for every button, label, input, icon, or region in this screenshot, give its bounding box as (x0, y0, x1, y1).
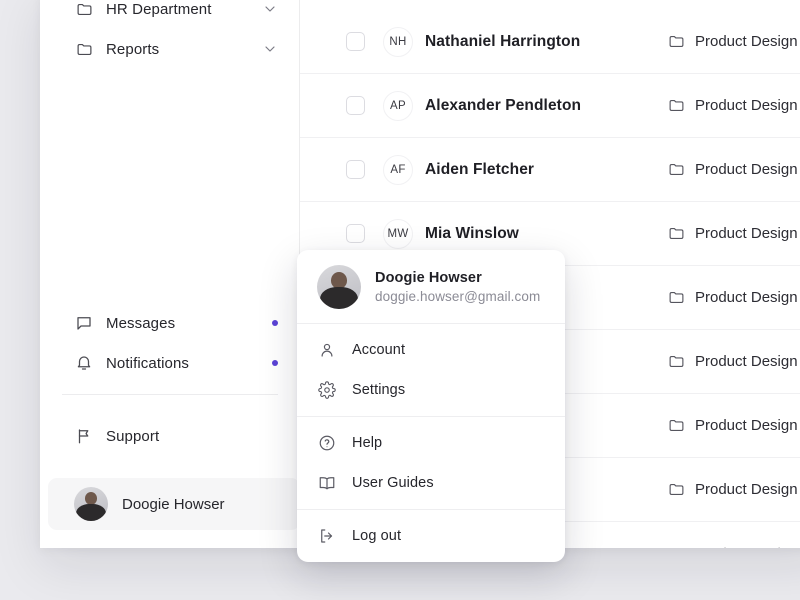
gear-icon (317, 381, 336, 400)
menu-item-user-guides[interactable]: User Guides (297, 463, 565, 503)
menu-user-name: Doogie Howser (375, 270, 540, 286)
menu-item-label: Account (352, 342, 405, 358)
logout-icon (317, 527, 336, 546)
row-department: Product Design (668, 33, 798, 50)
row-checkbox[interactable] (346, 224, 365, 243)
avatar (317, 265, 361, 309)
row-department: Product Design (668, 225, 798, 242)
folder-icon (668, 417, 685, 434)
row-department: Product Design (668, 481, 798, 498)
folder-icon (668, 353, 685, 370)
person-icon (317, 341, 336, 360)
folder-icon (668, 289, 685, 306)
row-department-label: Product Design (695, 289, 798, 306)
sidebar-item-reports[interactable]: Reports (40, 26, 300, 72)
sidebar-item-label: Reports (106, 41, 159, 58)
sidebar: HR Department Reports Messages (40, 0, 300, 548)
menu-item-label: Log out (352, 528, 401, 544)
menu-group-session: Log out (297, 510, 565, 562)
menu-item-account[interactable]: Account (297, 330, 565, 370)
folder-icon (668, 161, 685, 178)
sidebar-user-profile[interactable]: Doogie Howser (48, 478, 300, 530)
row-department: Product Design (668, 353, 798, 370)
folder-icon (668, 33, 685, 50)
row-avatar-initials: AF (383, 155, 413, 185)
menu-user-email: doggie.howser@gmail.com (375, 289, 540, 304)
row-department-label: Product Design (695, 97, 798, 114)
chevron-down-icon[interactable] (262, 41, 278, 57)
folder-icon (74, 0, 94, 19)
folder-icon (668, 97, 685, 114)
menu-user-header: Doogie Howser doggie.howser@gmail.com (297, 250, 565, 323)
row-department-label: Product Design (695, 481, 798, 498)
row-avatar-initials: AP (383, 91, 413, 121)
bell-icon (74, 353, 94, 373)
menu-group-primary: Account Settings (297, 324, 565, 416)
messages-badge-dot (272, 320, 278, 326)
table-row[interactable]: NH Nathaniel Harrington Product Design (300, 10, 800, 74)
row-department-label: Product Design (695, 417, 798, 434)
notifications-badge-dot (272, 360, 278, 366)
menu-item-label: User Guides (352, 475, 434, 491)
row-department: Product Design (668, 417, 798, 434)
sidebar-divider (62, 394, 278, 395)
row-department-label: Product Design (695, 225, 798, 242)
folder-icon (668, 545, 685, 548)
avatar (74, 487, 108, 521)
question-circle-icon (317, 434, 336, 453)
flag-icon (74, 426, 94, 446)
menu-item-help[interactable]: Help (297, 423, 565, 463)
book-icon (317, 474, 336, 493)
row-person-name: Aiden Fletcher (425, 161, 534, 179)
row-department: Product Design (668, 161, 798, 178)
table-row[interactable]: AF Aiden Fletcher Product Design (300, 138, 800, 202)
row-avatar-initials: MW (383, 219, 413, 249)
chevron-down-icon[interactable] (262, 1, 278, 17)
row-avatar-initials: NH (383, 27, 413, 57)
folder-icon (668, 481, 685, 498)
message-icon (74, 313, 94, 333)
row-person-name: Mia Winslow (425, 225, 519, 243)
folder-icon (668, 225, 685, 242)
row-checkbox[interactable] (346, 96, 365, 115)
menu-item-label: Settings (352, 382, 405, 398)
row-department-label: Product Design (695, 161, 798, 178)
sidebar-item-label: Support (106, 428, 159, 445)
user-account-menu: Doogie Howser doggie.howser@gmail.com Ac… (297, 250, 565, 562)
menu-item-settings[interactable]: Settings (297, 370, 565, 410)
row-checkbox[interactable] (346, 160, 365, 179)
row-department-label: Product Design (695, 353, 798, 370)
row-department: Product Design (668, 289, 798, 306)
sidebar-item-label: Messages (106, 315, 175, 332)
row-department: Product Design (668, 545, 798, 548)
row-department-label: Product Design (695, 545, 798, 548)
menu-item-log-out[interactable]: Log out (297, 516, 565, 556)
row-checkbox[interactable] (346, 32, 365, 51)
sidebar-item-label: Notifications (106, 355, 189, 372)
sidebar-item-notifications[interactable]: Notifications (40, 340, 300, 386)
row-person-name: Nathaniel Harrington (425, 33, 580, 51)
row-department-label: Product Design (695, 33, 798, 50)
row-person-name: Alexander Pendleton (425, 97, 581, 115)
menu-group-help: Help User Guides (297, 417, 565, 509)
folder-icon (74, 39, 94, 59)
sidebar-item-support[interactable]: Support (40, 413, 300, 459)
row-department: Product Design (668, 97, 798, 114)
sidebar-user-name: Doogie Howser (122, 496, 225, 513)
table-row[interactable]: AP Alexander Pendleton Product Design (300, 74, 800, 138)
screen: HR Department Reports Messages (0, 0, 800, 600)
sidebar-item-label: HR Department (106, 1, 212, 18)
menu-item-label: Help (352, 435, 382, 451)
